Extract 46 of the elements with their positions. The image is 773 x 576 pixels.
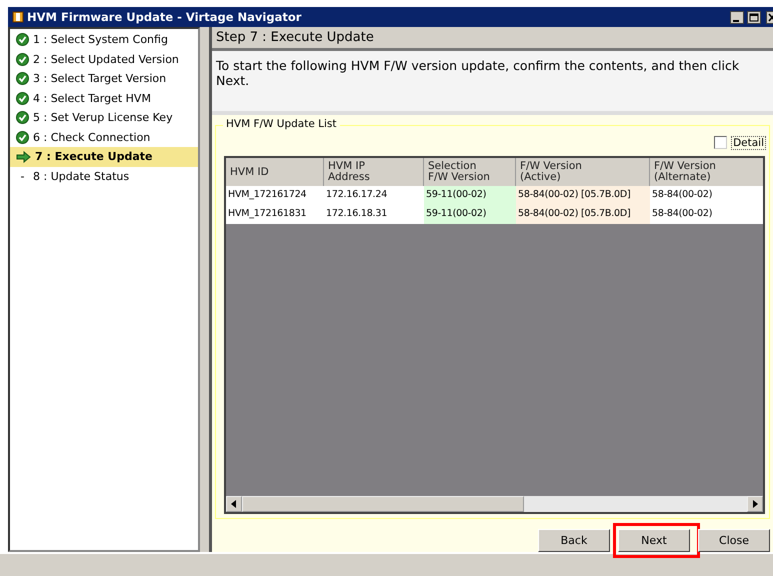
horizontal-scrollbar[interactable] <box>226 496 763 512</box>
step-item[interactable]: 4 : Select Target HVM <box>10 88 198 108</box>
check-icon <box>16 92 29 105</box>
step-item[interactable]: 2 : Select Updated Version <box>10 50 198 69</box>
table-cell: HVM_172161831 <box>226 205 324 224</box>
table-cell: 58-84(00-02) [05.7B.0D] <box>516 205 650 224</box>
step-item[interactable]: 7 : Execute Update <box>10 147 198 166</box>
scroll-thumb[interactable] <box>242 496 524 512</box>
table-cell: 58-84(00-02) <box>650 186 763 205</box>
check-icon <box>16 111 29 124</box>
scroll-left-icon[interactable] <box>226 496 242 512</box>
check-icon <box>16 130 29 144</box>
maximize-icon[interactable] <box>747 10 761 24</box>
column-header[interactable]: Selection F/W Version <box>424 158 516 186</box>
step-item[interactable]: 3 : Select Target Version <box>10 69 198 88</box>
check-icon <box>16 52 29 66</box>
dialog-button[interactable]: Close <box>698 529 770 552</box>
table-cell: 172.16.18.31 <box>324 205 424 224</box>
table-cell: 172.16.17.24 <box>324 186 424 205</box>
arrow-icon <box>16 150 31 163</box>
app-icon <box>12 11 24 23</box>
detail-checkbox[interactable]: Detail <box>714 136 765 149</box>
table-cell: 58-84(00-02) [05.7B.0D] <box>516 186 650 205</box>
table-cell: 58-84(00-02) <box>650 205 763 224</box>
window-title: HVM Firmware Update - Virtage Navigator <box>27 10 302 24</box>
column-header[interactable]: HVM ID <box>226 158 324 186</box>
column-header[interactable]: HVM IP Address <box>324 158 424 186</box>
table-cell: 59-11(00-02) <box>424 186 516 205</box>
close-icon[interactable] <box>766 10 773 24</box>
check-icon <box>16 33 29 46</box>
dash-marker: - <box>20 170 26 183</box>
scroll-right-icon[interactable] <box>747 496 763 512</box>
group-title: HVM F/W Update List <box>223 118 340 130</box>
description-text: To start the following HVM F/W version update, confirm the contents, and then click Next. <box>212 51 773 115</box>
column-header[interactable]: F/W Version (Active) <box>516 158 650 186</box>
column-header[interactable]: F/W Version (Alternate) <box>650 158 763 186</box>
dialog-button[interactable]: Back <box>538 529 610 552</box>
step-item[interactable]: 6 : Check Connection <box>10 128 198 147</box>
step-item[interactable]: - 8 : Update Status <box>10 166 198 186</box>
minimize-icon[interactable] <box>730 10 744 24</box>
table-cell: HVM_172161724 <box>226 186 324 205</box>
step-item[interactable]: 1 : Select System Config <box>10 30 198 50</box>
dialog-button[interactable]: Next <box>618 529 690 552</box>
check-icon <box>16 72 29 86</box>
step-item[interactable]: 5 : Set Verup License Key <box>10 108 198 128</box>
table-cell: 59-11(00-02) <box>424 205 516 224</box>
